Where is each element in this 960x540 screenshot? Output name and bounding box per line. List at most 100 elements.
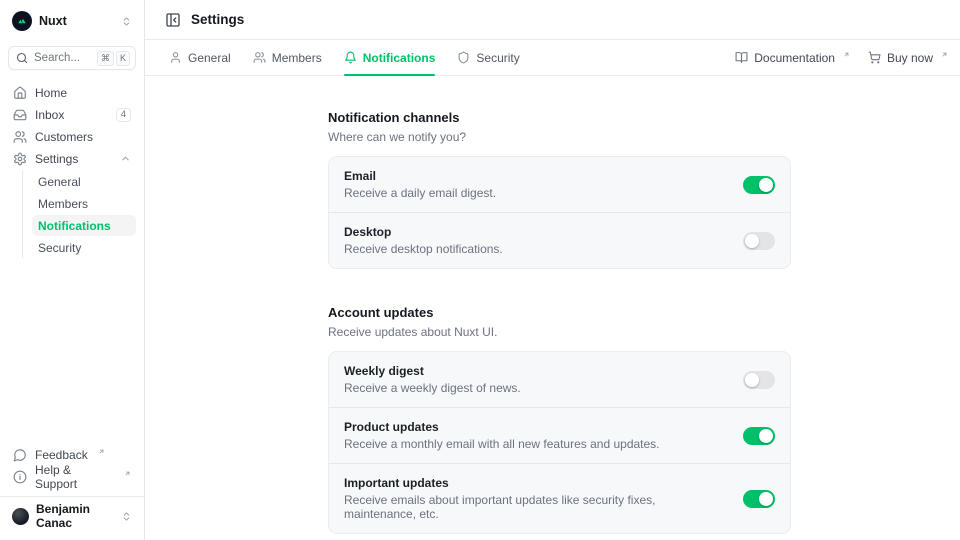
sub-item-label: Security: [38, 241, 81, 255]
tab-security[interactable]: Security: [457, 40, 519, 75]
section-title: Notification channels: [328, 110, 791, 125]
sidebar-item-general[interactable]: General: [32, 171, 136, 192]
setting-title: Important updates: [344, 476, 727, 490]
search-shortcut: ⌘ K: [97, 51, 130, 66]
app-window: Nuxt Search... ⌘ K Home: [0, 0, 960, 540]
user-icon: [169, 51, 182, 64]
sidebar-item-home[interactable]: Home: [8, 82, 136, 103]
sidebar-item-label: Settings: [35, 152, 78, 166]
cart-icon: [868, 51, 881, 64]
external-link-icon: [941, 51, 948, 58]
kbd-k: K: [116, 51, 130, 66]
setting-title: Email: [344, 169, 496, 183]
inbox-icon: [13, 108, 27, 122]
setting-description: Receive emails about important updates l…: [344, 493, 727, 521]
tab-bar: General Members Notifications: [145, 40, 960, 76]
sidebar-item-notifications[interactable]: Notifications: [32, 215, 136, 236]
setting-row-important-updates: Important updates Receive emails about i…: [329, 463, 790, 533]
user-avatar: [12, 508, 29, 525]
sidebar-item-customers[interactable]: Customers: [8, 126, 136, 147]
product-updates-toggle[interactable]: [743, 427, 775, 445]
search-input[interactable]: Search... ⌘ K: [8, 46, 136, 70]
sidebar-item-label: Customers: [35, 130, 93, 144]
tab-label: General: [188, 51, 231, 65]
help-support-link[interactable]: Help & Support: [8, 466, 136, 487]
setting-description: Receive desktop notifications.: [344, 242, 503, 256]
setting-title: Desktop: [344, 225, 503, 239]
setting-title: Product updates: [344, 420, 660, 434]
feedback-icon: [13, 448, 27, 462]
section-description: Where can we notify you?: [328, 130, 791, 144]
workspace-name: Nuxt: [39, 14, 67, 28]
book-open-icon: [735, 51, 748, 64]
sidebar-item-label: Home: [35, 86, 67, 100]
header-actions: Documentation Buy now: [735, 51, 948, 65]
home-icon: [13, 86, 27, 100]
user-name: Benjamin Canac: [36, 502, 114, 530]
setting-description: Receive a daily email digest.: [344, 186, 496, 200]
tab-label: Security: [476, 51, 519, 65]
setting-row-email: Email Receive a daily email digest.: [329, 157, 790, 212]
kbd-cmd: ⌘: [97, 51, 114, 66]
sidebar-item-security[interactable]: Security: [32, 237, 136, 258]
buy-now-link[interactable]: Buy now: [868, 51, 948, 65]
chevron-up-icon: [120, 153, 131, 164]
sidebar-footer: Feedback Help & Support Benjamin Canac: [8, 444, 136, 528]
section-description: Receive updates about Nuxt UI.: [328, 325, 791, 339]
sidebar-item-label: Inbox: [35, 108, 64, 122]
setting-row-product-updates: Product updates Receive a monthly email …: [329, 407, 790, 463]
tab-notifications[interactable]: Notifications: [344, 40, 436, 75]
setting-description: Receive a weekly digest of news.: [344, 381, 521, 395]
user-menu[interactable]: Benjamin Canac: [8, 504, 136, 528]
action-label: Documentation: [754, 51, 835, 65]
sidebar-item-settings[interactable]: Settings: [8, 148, 136, 169]
bell-icon: [344, 51, 357, 64]
settings-content: Notification channels Where can we notif…: [145, 76, 960, 540]
settings-card: Weekly digest Receive a weekly digest of…: [328, 351, 791, 534]
users-icon: [253, 51, 266, 64]
sub-item-label: General: [38, 175, 81, 189]
sidebar-item-inbox[interactable]: Inbox 4: [8, 104, 136, 125]
external-link-icon: [843, 51, 850, 58]
nuxt-logo-icon: [12, 11, 32, 31]
collapse-sidebar-button[interactable]: [165, 12, 181, 28]
help-support-label: Help & Support: [35, 463, 114, 491]
tab-general[interactable]: General: [169, 40, 231, 75]
tab-label: Members: [272, 51, 322, 65]
feedback-label: Feedback: [35, 448, 88, 462]
setting-row-weekly-digest: Weekly digest Receive a weekly digest of…: [329, 352, 790, 407]
help-icon: [13, 470, 27, 484]
tabs: General Members Notifications: [169, 40, 520, 75]
gear-icon: [13, 152, 27, 166]
chevron-up-down-icon: [121, 16, 132, 27]
sidebar-item-members[interactable]: Members: [32, 193, 136, 214]
sub-item-label: Members: [38, 197, 88, 211]
sidebar: Nuxt Search... ⌘ K Home: [0, 0, 145, 540]
external-link-icon: [124, 470, 131, 477]
sidebar-nav: Home Inbox 4 Customers Settings: [8, 82, 136, 258]
users-icon: [13, 130, 27, 144]
setting-title: Weekly digest: [344, 364, 521, 378]
desktop-toggle[interactable]: [743, 232, 775, 250]
section-title: Account updates: [328, 305, 791, 320]
page-title: Settings: [191, 12, 244, 27]
action-label: Buy now: [887, 51, 933, 65]
tab-members[interactable]: Members: [253, 40, 322, 75]
documentation-link[interactable]: Documentation: [735, 51, 850, 65]
sidebar-divider: [0, 496, 144, 497]
setting-row-desktop: Desktop Receive desktop notifications.: [329, 212, 790, 268]
search-placeholder: Search...: [34, 52, 80, 64]
shield-icon: [457, 51, 470, 64]
section-account-updates: Account updates Receive updates about Nu…: [328, 305, 791, 534]
sub-item-label: Notifications: [38, 219, 111, 233]
email-toggle[interactable]: [743, 176, 775, 194]
workspace-switcher[interactable]: Nuxt: [8, 10, 136, 32]
settings-subnav: General Members Notifications Security: [22, 171, 136, 258]
external-link-icon: [98, 448, 105, 455]
weekly-digest-toggle[interactable]: [743, 371, 775, 389]
main-panel: Settings General Members: [145, 0, 960, 540]
page-header: Settings: [145, 0, 960, 40]
inbox-count-badge: 4: [116, 108, 131, 122]
important-updates-toggle[interactable]: [743, 490, 775, 508]
section-notification-channels: Notification channels Where can we notif…: [328, 110, 791, 269]
